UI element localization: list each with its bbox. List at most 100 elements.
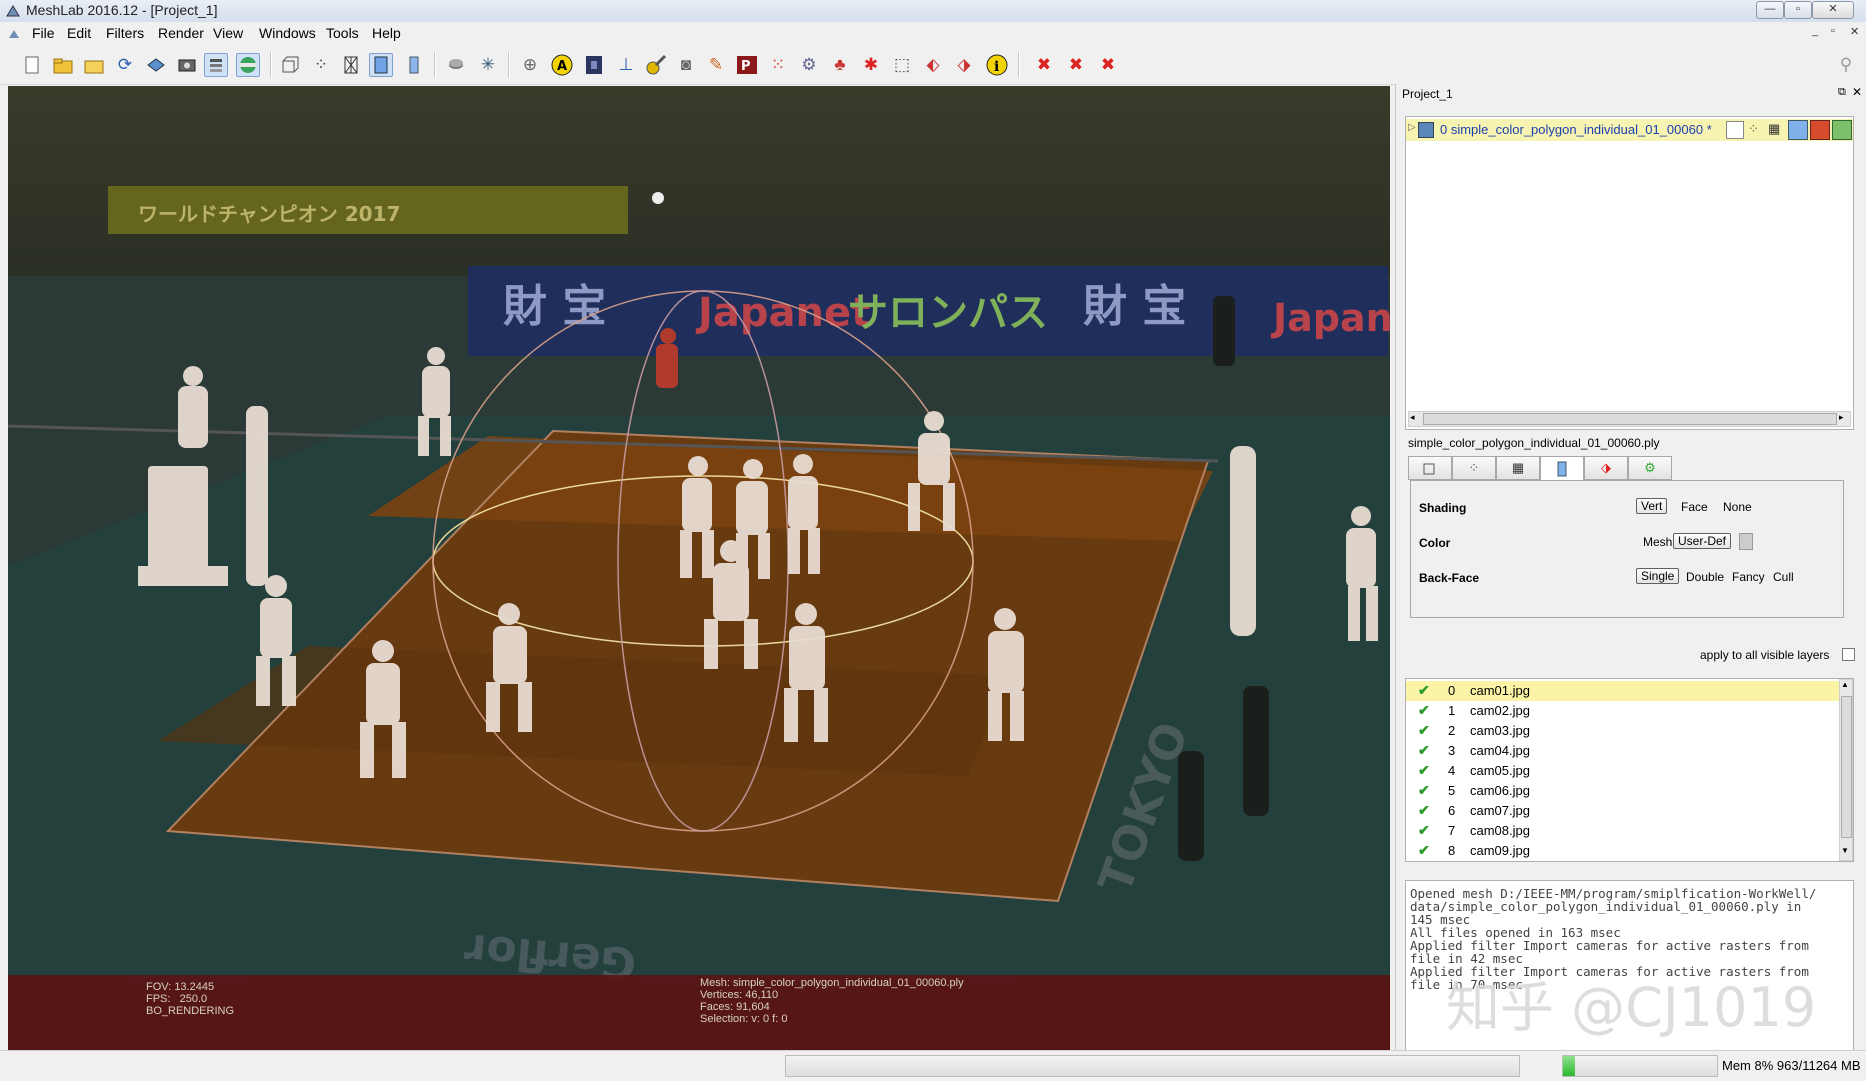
mdi-restore-button[interactable]: ▫: [1831, 25, 1835, 37]
bounding-box-icon[interactable]: [278, 53, 302, 77]
visible-check-icon[interactable]: ✔: [1418, 842, 1430, 859]
delete-vertex-icon[interactable]: ✖: [1064, 53, 1088, 77]
mdi-window-icon[interactable]: [8, 27, 20, 39]
mdi-close-button[interactable]: ✕: [1850, 25, 1859, 38]
menu-tools[interactable]: Tools: [326, 25, 359, 41]
3d-viewport[interactable]: ワールドチャンピオン 2017 財 宝 Japanet サロンパス 財 宝 Ja…: [8, 86, 1390, 1050]
brush-icon[interactable]: ◙: [674, 53, 698, 77]
tab-points[interactable]: ⁘: [1452, 456, 1496, 480]
float-panel-icon[interactable]: ⧉: [1838, 86, 1846, 99]
scrollbar-thumb[interactable]: [1841, 696, 1852, 838]
delete-selected-icon[interactable]: ⬗: [952, 53, 976, 77]
backface-fancy-option[interactable]: Fancy: [1732, 570, 1765, 584]
raster-row[interactable]: ✔ 3 cam04.jpg: [1406, 741, 1840, 761]
color-swatch[interactable]: [1739, 533, 1753, 550]
menu-windows[interactable]: Windows: [259, 25, 316, 41]
annotation-icon[interactable]: ⊕: [518, 53, 542, 77]
raster-row[interactable]: ✔ 6 cam07.jpg: [1406, 801, 1840, 821]
paint-icon[interactable]: ⊥: [614, 53, 638, 77]
backface-cull-option[interactable]: Cull: [1773, 570, 1794, 584]
flat-shade-icon[interactable]: [369, 53, 393, 77]
color-render-icon[interactable]: [1810, 120, 1830, 140]
scroll-down-icon[interactable]: ▼: [1841, 846, 1849, 855]
points-render-icon[interactable]: ⁘: [1748, 121, 1759, 137]
reload-icon[interactable]: ⟳: [113, 53, 137, 77]
color-userdef-option[interactable]: User-Def: [1673, 533, 1732, 549]
scroll-right-icon[interactable]: ▸: [1839, 412, 1844, 423]
box-render-icon[interactable]: [1726, 121, 1744, 139]
scroll-up-icon[interactable]: ▲: [1841, 680, 1849, 689]
backface-single-option[interactable]: Single: [1636, 568, 1680, 584]
select-vertex-icon[interactable]: P: [735, 53, 759, 77]
maximize-button[interactable]: ▫: [1784, 1, 1812, 19]
title-bar[interactable]: MeshLab 2016.12 - [Project_1] — ▫ ✕: [0, 0, 1866, 23]
visible-check-icon[interactable]: ✔: [1418, 782, 1430, 799]
flat-render-icon[interactable]: [1788, 120, 1808, 140]
align-icon[interactable]: ⚙: [797, 53, 821, 77]
shading-vert-option[interactable]: Vert: [1636, 498, 1668, 514]
import-mesh-icon[interactable]: [82, 53, 106, 77]
color-icon[interactable]: [236, 53, 260, 77]
lighting-icon[interactable]: [444, 53, 468, 77]
close-panel-icon[interactable]: ✕: [1852, 85, 1862, 99]
measure-icon[interactable]: ✱: [859, 53, 883, 77]
backface-double-option[interactable]: Double: [1686, 570, 1724, 584]
wire-render-icon[interactable]: ▦: [1768, 121, 1780, 137]
trackball-icon[interactable]: ✳: [476, 53, 500, 77]
menu-render[interactable]: Render: [158, 25, 204, 41]
snapshot-icon[interactable]: [175, 53, 199, 77]
save-icon[interactable]: [144, 53, 168, 77]
raster-row[interactable]: ✔ 2 cam03.jpg: [1406, 721, 1840, 741]
horizontal-scrollbar[interactable]: ◂ ▸: [1408, 411, 1851, 427]
axis-icon[interactable]: [582, 53, 606, 77]
smooth-shade-icon[interactable]: [402, 53, 426, 77]
georef-icon[interactable]: ♣: [828, 53, 852, 77]
tab-box[interactable]: [1408, 456, 1452, 480]
raster-icon[interactable]: A: [550, 53, 574, 77]
apply-all-checkbox[interactable]: [1842, 648, 1855, 661]
menu-edit[interactable]: Edit: [67, 25, 91, 41]
raster-row[interactable]: ✔9cam10.jpg: [1406, 861, 1840, 862]
raster-row[interactable]: ✔ 4 cam05.jpg: [1406, 761, 1840, 781]
visible-check-icon[interactable]: ✔: [1418, 742, 1430, 759]
raster-row[interactable]: ✔ 8 cam09.jpg: [1406, 841, 1840, 861]
vertical-scrollbar[interactable]: ▲ ▼: [1839, 679, 1853, 861]
select-faces-icon[interactable]: ⬚: [890, 53, 914, 77]
search-icon[interactable]: ⚲: [1834, 53, 1858, 77]
color-mesh-option[interactable]: Mesh: [1643, 535, 1672, 549]
layers-icon[interactable]: [204, 53, 228, 77]
menu-file[interactable]: File: [32, 25, 55, 41]
eye-icon[interactable]: [1418, 122, 1434, 138]
wireframe-icon[interactable]: [339, 53, 363, 77]
info-icon[interactable]: i: [985, 53, 1009, 77]
layer-row[interactable]: ▷ 0 simple_color_polygon_individual_01_0…: [1406, 119, 1853, 141]
tab-wire[interactable]: ▦: [1496, 456, 1540, 480]
tab-flat[interactable]: [1540, 456, 1584, 481]
scrollbar-thumb[interactable]: [1423, 413, 1837, 425]
select-vertices-icon[interactable]: ⬖: [921, 53, 945, 77]
visible-check-icon[interactable]: ✔: [1418, 722, 1430, 739]
tab-texture[interactable]: ⚙: [1628, 456, 1672, 480]
new-project-icon[interactable]: [20, 53, 44, 77]
select-connected-icon[interactable]: ⁙: [766, 53, 790, 77]
menu-help[interactable]: Help: [372, 25, 401, 41]
raster-row[interactable]: ✔ 0 cam01.jpg: [1406, 681, 1840, 701]
visible-check-icon[interactable]: ✔: [1418, 702, 1430, 719]
visible-check-icon[interactable]: ✔: [1418, 822, 1430, 839]
raster-row[interactable]: ✔ 7 cam08.jpg: [1406, 821, 1840, 841]
menu-view[interactable]: View: [213, 25, 243, 41]
close-button[interactable]: ✕: [1812, 1, 1854, 19]
open-project-icon[interactable]: [51, 53, 75, 77]
tab-color[interactable]: ⬗: [1584, 456, 1628, 480]
delete-face-icon[interactable]: ✖: [1096, 53, 1120, 77]
visible-check-icon[interactable]: ✔: [1418, 802, 1430, 819]
pickpoints-icon[interactable]: ✎: [704, 53, 728, 77]
raster-row[interactable]: ✔ 5 cam06.jpg: [1406, 781, 1840, 801]
visible-check-icon[interactable]: ✔: [1418, 682, 1430, 699]
visible-check-icon[interactable]: ✔: [1418, 762, 1430, 779]
points-icon[interactable]: ⁘: [309, 53, 333, 77]
shading-none-option[interactable]: None: [1723, 500, 1752, 514]
delete-icon[interactable]: ✖: [1032, 53, 1056, 77]
texture-render-icon[interactable]: [1832, 120, 1852, 140]
raster-row[interactable]: ✔ 1 cam02.jpg: [1406, 701, 1840, 721]
